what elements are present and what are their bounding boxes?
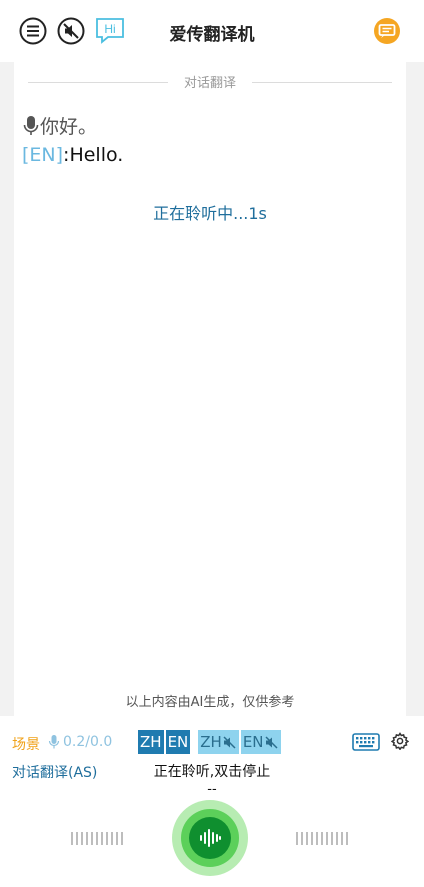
source-text: 你好。: [40, 116, 98, 138]
keyboard-icon[interactable]: [352, 733, 380, 755]
mute-icon: [265, 735, 278, 749]
control-panel: 场景 0.2/0.0 对话翻译(AS) ZH EN ZH EN 正在聆听,双击停…: [0, 716, 424, 887]
lang-chip-en-muted[interactable]: EN: [240, 730, 281, 754]
message-icon[interactable]: [372, 16, 402, 46]
section-label: 对话翻译: [175, 76, 244, 91]
mic-level-value: 0.2/0.0: [63, 734, 113, 750]
target-language-tag: [EN]: [22, 144, 64, 166]
scene-button[interactable]: 场景: [12, 734, 40, 754]
record-button[interactable]: [172, 800, 248, 876]
listening-status: 正在聆听中...1s: [153, 204, 267, 223]
timer-display: --: [207, 782, 217, 797]
lang-chip-zh[interactable]: ZH: [138, 730, 164, 754]
lang-chip-zh-muted[interactable]: ZH: [198, 730, 239, 754]
app-title: 爱传翻译机: [169, 25, 255, 45]
listening-hint: 正在聆听,双击停止: [153, 764, 271, 780]
source-utterance: 你好。: [22, 112, 97, 139]
language-selector: ZH EN ZH EN: [138, 730, 283, 754]
waveform-icon: [200, 829, 221, 847]
target-text: :Hello.: [63, 144, 124, 166]
mute-icon: [223, 735, 236, 749]
mic-level: 0.2/0.0: [48, 734, 112, 750]
microphone-icon: [23, 115, 39, 135]
top-bar: Hi 爱传翻译机: [0, 0, 424, 62]
lang-chip-en[interactable]: EN: [165, 730, 191, 754]
conversation-panel: 对话翻译 你好。 [EN]:Hello. 正在聆听中...1s 以上内容由AI生…: [14, 62, 406, 716]
translated-utterance: [EN]:Hello.: [22, 144, 123, 166]
settings-gear-icon[interactable]: [390, 732, 410, 754]
section-divider: 对话翻译: [28, 72, 392, 92]
right-waveform-bars: [296, 832, 348, 845]
left-waveform-bars: [71, 832, 123, 845]
mic-level-icon: [48, 735, 60, 749]
ai-disclaimer: 以上内容由AI生成，仅供参考: [125, 695, 295, 710]
